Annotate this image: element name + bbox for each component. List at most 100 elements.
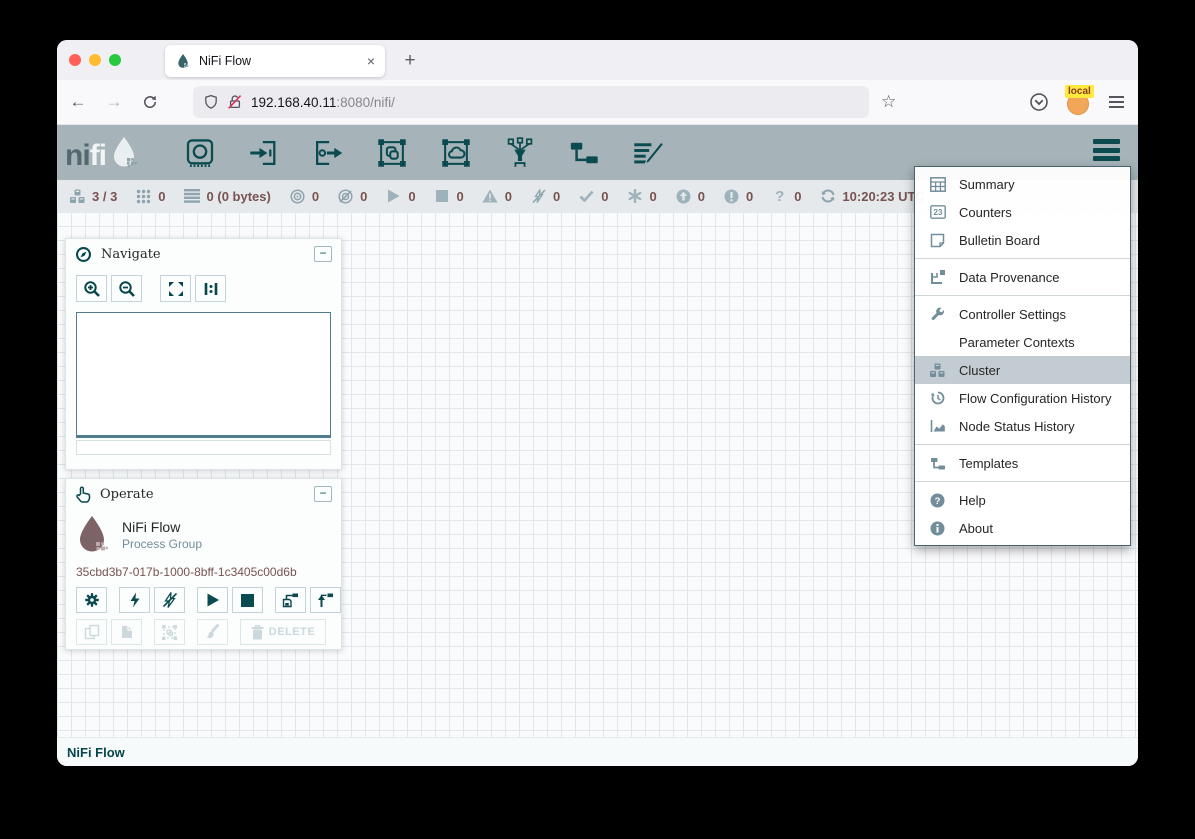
menu-item-bulletin-board[interactable]: Bulletin Board (915, 226, 1130, 254)
process-group-component[interactable] (376, 137, 408, 169)
stale-count: 0 (698, 189, 705, 204)
svg-text:23: 23 (933, 208, 942, 217)
breadcrumb-root[interactable]: NiFi Flow (67, 745, 125, 760)
save-template-button[interactable] (275, 587, 306, 613)
forward-button[interactable]: → (99, 87, 129, 117)
copy-button[interactable] (76, 619, 107, 645)
refresh-icon[interactable] (819, 188, 836, 204)
disable-button[interactable] (154, 587, 185, 613)
status-stopped: 0 (434, 189, 464, 204)
stop-icon (241, 594, 254, 607)
info-icon (928, 521, 947, 536)
nifi-logo: nifi (65, 135, 142, 171)
stop-button[interactable] (232, 587, 263, 613)
new-tab-button[interactable]: + (397, 48, 423, 74)
operate-component: NiFi Flow Process Group (66, 509, 341, 557)
menu-item-templates[interactable]: Templates (915, 449, 1130, 477)
cluster-count: 3 / 3 (92, 189, 117, 204)
group-button[interactable] (154, 619, 185, 645)
minimize-window-button[interactable] (89, 54, 101, 66)
zoom-window-button[interactable] (109, 54, 121, 66)
menu-item-summary[interactable]: Summary (915, 170, 1130, 198)
template-component[interactable] (568, 137, 600, 169)
profile-avatar[interactable]: local (1067, 90, 1091, 114)
upload-template-button[interactable] (310, 587, 341, 613)
play-icon (206, 593, 220, 607)
zoom-fit-button[interactable] (160, 275, 191, 302)
back-button[interactable]: ← (63, 87, 93, 117)
active-threads-count: 0 (158, 189, 165, 204)
close-tab-icon[interactable]: × (367, 54, 375, 68)
configuration-button[interactable] (76, 587, 107, 613)
menu-item-label: Data Provenance (959, 270, 1059, 285)
running-icon (385, 189, 402, 203)
window-controls (69, 54, 121, 66)
compass-icon (75, 246, 92, 263)
delete-button[interactable]: DELETE (240, 619, 326, 645)
navigate-minimap[interactable] (76, 312, 331, 438)
paste-icon (119, 624, 134, 640)
paste-button[interactable] (111, 619, 142, 645)
menu-item-label: Flow Configuration History (959, 391, 1111, 406)
operate-actions-row2: DELETE (76, 619, 341, 645)
operate-title: Operate (100, 487, 314, 502)
up-to-date-count: 0 (601, 189, 608, 204)
copy-icon (84, 624, 100, 640)
breadcrumb-bar: NiFi Flow (57, 737, 1138, 766)
menu-item-help[interactable]: ? Help (915, 486, 1130, 514)
status-refresh[interactable]: 10:20:23 UTC (819, 188, 924, 204)
label-component[interactable] (632, 137, 664, 169)
enable-button[interactable] (119, 587, 150, 613)
trash-icon (251, 625, 264, 640)
menu-divider (915, 295, 1130, 296)
tab-nifi-flow[interactable]: NiFi Flow × (165, 45, 385, 77)
zoom-in-button[interactable] (76, 275, 107, 302)
operate-actions-row1 (76, 587, 341, 613)
status-stale: 0 (675, 189, 705, 204)
menu-item-label: Bulletin Board (959, 233, 1040, 248)
fill-color-button[interactable] (197, 619, 228, 645)
transmitting-count: 0 (312, 189, 319, 204)
insecure-lock-icon[interactable] (227, 94, 243, 110)
start-button[interactable] (197, 587, 228, 613)
menu-item-counters[interactable]: 23 Counters (915, 198, 1130, 226)
zoom-actual-size-button[interactable] (195, 275, 226, 302)
url-text[interactable]: 192.168.40.11:8080/nifi/ (251, 95, 395, 110)
menu-item-label: Parameter Contexts (959, 335, 1075, 350)
global-menu-button[interactable] (1093, 139, 1120, 161)
template-save-icon (282, 592, 299, 608)
operate-collapse-button[interactable]: − (314, 486, 332, 502)
url-bar[interactable]: 192.168.40.11:8080/nifi/ (193, 86, 869, 118)
remote-process-group-component[interactable] (440, 137, 472, 169)
menu-item-controller-settings[interactable]: Controller Settings (915, 300, 1130, 328)
menu-item-cluster[interactable]: Cluster (915, 356, 1130, 384)
navigate-header: Navigate − (66, 239, 341, 269)
stale-icon (675, 189, 692, 204)
navigate-collapse-button[interactable]: − (314, 246, 332, 262)
last-refresh-time: 10:20:23 UTC (842, 189, 924, 204)
input-port-component[interactable] (248, 137, 280, 169)
browser-menu-button[interactable] (1109, 96, 1124, 107)
templates-icon (928, 456, 947, 471)
menu-item-data-provenance[interactable]: Data Provenance (915, 263, 1130, 291)
navigate-tools (76, 275, 341, 302)
funnel-component[interactable] (504, 137, 536, 169)
delete-label: DELETE (269, 626, 315, 638)
reload-button[interactable] (135, 87, 165, 117)
close-window-button[interactable] (69, 54, 81, 66)
menu-item-node-status-history[interactable]: Node Status History (915, 412, 1130, 440)
shield-icon[interactable] (203, 94, 219, 110)
menu-item-about[interactable]: About (915, 514, 1130, 542)
processor-component[interactable] (184, 137, 216, 169)
status-disabled: 0 (530, 189, 560, 204)
output-port-component[interactable] (312, 137, 344, 169)
zoom-out-button[interactable] (111, 275, 142, 302)
menu-item-parameter-contexts[interactable]: Parameter Contexts (915, 328, 1130, 356)
menu-divider (915, 258, 1130, 259)
bookmark-star-icon[interactable]: ☆ (881, 92, 896, 112)
status-sync-failure: ? 0 (771, 188, 801, 205)
browser-window: NiFi Flow × + ← → 192.168.40.11:8080/nif… (57, 40, 1138, 766)
pocket-icon[interactable] (1029, 92, 1049, 112)
menu-item-flow-configuration-history[interactable]: Flow Configuration History (915, 384, 1130, 412)
lightning-slash-icon (162, 592, 178, 608)
